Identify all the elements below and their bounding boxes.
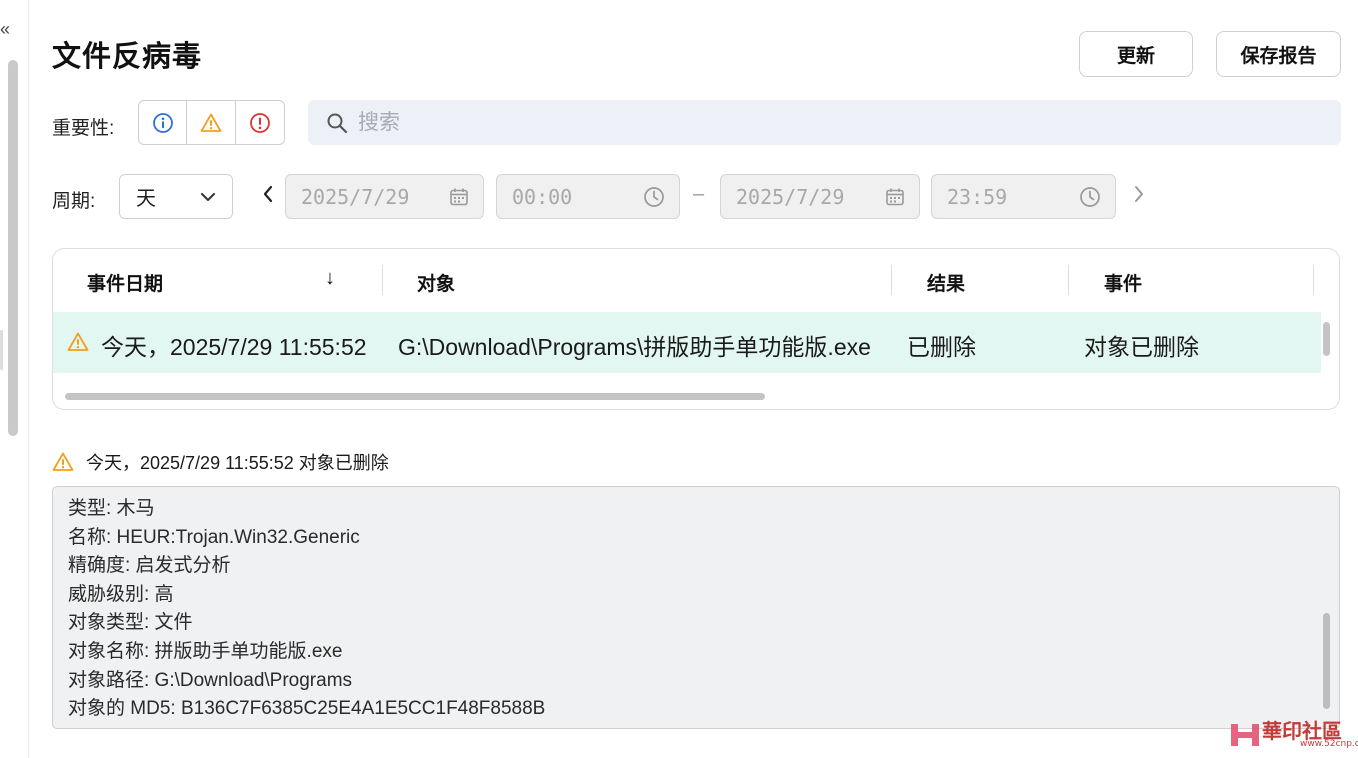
column-divider[interactable]	[1313, 265, 1314, 295]
range-separator: –	[693, 183, 705, 205]
warning-icon	[52, 452, 74, 471]
watermark-logo-icon	[1231, 724, 1259, 746]
start-time-value: 00:00	[512, 184, 573, 209]
sidebar-scrollbar[interactable]	[8, 60, 18, 436]
table-row[interactable]: 今天，2025/7/29 11:55:52 G:\Download\Progra…	[53, 312, 1321, 373]
detail-line-object-type: 对象类型: 文件	[68, 612, 193, 634]
detail-line-threat-level: 威胁级别: 高	[68, 583, 174, 605]
row-object: G:\Download\Programs\拼版助手单功能版.exe	[398, 334, 871, 360]
start-time-field[interactable]: 00:00	[496, 174, 680, 219]
search-input[interactable]	[358, 110, 1258, 135]
table-vertical-scrollbar[interactable]	[1323, 322, 1330, 356]
events-table: 事件日期 ↓ 对象 结果 事件 今天，2025/7/29 11:55:52 G:…	[52, 248, 1340, 410]
calendar-icon	[450, 188, 468, 205]
detail-scrollbar[interactable]	[1323, 613, 1330, 709]
column-divider[interactable]	[1068, 265, 1069, 295]
importance-label: 重要性:	[52, 118, 115, 139]
detail-line-type: 类型: 木马	[68, 498, 155, 519]
chevron-left-icon	[263, 185, 273, 203]
clock-icon	[1080, 186, 1100, 207]
column-header-result[interactable]: 结果	[927, 269, 965, 296]
watermark-text: 華印社區	[1262, 719, 1342, 743]
calendar-icon	[886, 188, 904, 205]
sort-descending-icon[interactable]: ↓	[325, 267, 335, 290]
row-event: 对象已删除	[1084, 334, 1199, 360]
column-header-object[interactable]: 对象	[417, 269, 455, 296]
period-value: 天	[136, 188, 156, 210]
next-period-button[interactable]	[1133, 184, 1145, 210]
detail-line-object-name: 对象名称: 拼版助手单功能版.exe	[68, 640, 343, 662]
search-icon	[327, 113, 348, 133]
rail-notch	[0, 330, 3, 370]
start-date-value: 2025/7/29	[301, 184, 410, 209]
row-result: 已删除	[907, 334, 976, 360]
info-icon	[152, 112, 173, 133]
end-time-value: 23:59	[947, 184, 1008, 209]
chevron-down-icon	[201, 192, 215, 201]
table-horizontal-scrollbar[interactable]	[65, 393, 765, 400]
collapse-sidebar-button[interactable]: «	[0, 18, 18, 40]
table-header: 事件日期 ↓ 对象 结果 事件	[53, 249, 1339, 311]
save-report-button[interactable]: 保存报告	[1216, 31, 1341, 77]
detail-line-object-path: 对象路径: G:\Download\Programs	[68, 669, 353, 691]
detail-header-text: 今天，2025/7/29 11:55:52 对象已删除	[86, 453, 389, 473]
column-divider[interactable]	[382, 265, 383, 295]
severity-filter	[138, 100, 285, 145]
refresh-button[interactable]: 更新	[1079, 31, 1193, 77]
detail-text-area[interactable]: 类型: 木马 名称: HEUR:Trojan.Win32.Generic 精确度…	[52, 486, 1340, 729]
end-date-field[interactable]: 2025/7/29	[720, 174, 920, 219]
severity-info-button[interactable]	[138, 100, 187, 145]
end-date-value: 2025/7/29	[736, 184, 845, 209]
left-rail: «	[0, 0, 29, 758]
start-date-field[interactable]: 2025/7/29	[285, 174, 484, 219]
row-date: 今天，2025/7/29 11:55:52	[101, 334, 367, 360]
previous-period-button[interactable]	[262, 184, 274, 210]
warning-icon	[200, 113, 222, 132]
detail-line-md5: 对象的 MD5: B136C7F6385C25E4A1E5CC1F48F8588…	[68, 698, 546, 720]
detail-line-name: 名称: HEUR:Trojan.Win32.Generic	[68, 526, 360, 548]
detail-line-accuracy: 精确度: 启发式分析	[68, 555, 231, 577]
column-header-event[interactable]: 事件	[1104, 269, 1142, 296]
watermark-subtext: www.52cnp.com	[1300, 739, 1358, 749]
clock-icon	[644, 186, 664, 207]
search-box	[308, 100, 1341, 145]
column-header-date[interactable]: 事件日期	[87, 269, 163, 296]
warning-icon	[67, 331, 89, 358]
period-select[interactable]: 天	[119, 174, 233, 219]
detail-header: 今天，2025/7/29 11:55:52 对象已删除	[52, 449, 389, 475]
critical-icon	[250, 112, 270, 133]
end-time-field[interactable]: 23:59	[931, 174, 1116, 219]
watermark: 華印社區 www.52cnp.com	[1228, 720, 1358, 750]
chevron-right-icon	[1135, 186, 1143, 202]
severity-warning-button[interactable]	[187, 100, 236, 145]
column-divider[interactable]	[891, 265, 892, 295]
severity-critical-button[interactable]	[236, 100, 285, 145]
period-label: 周期:	[52, 191, 96, 212]
page-title: 文件反病毒	[52, 41, 203, 73]
